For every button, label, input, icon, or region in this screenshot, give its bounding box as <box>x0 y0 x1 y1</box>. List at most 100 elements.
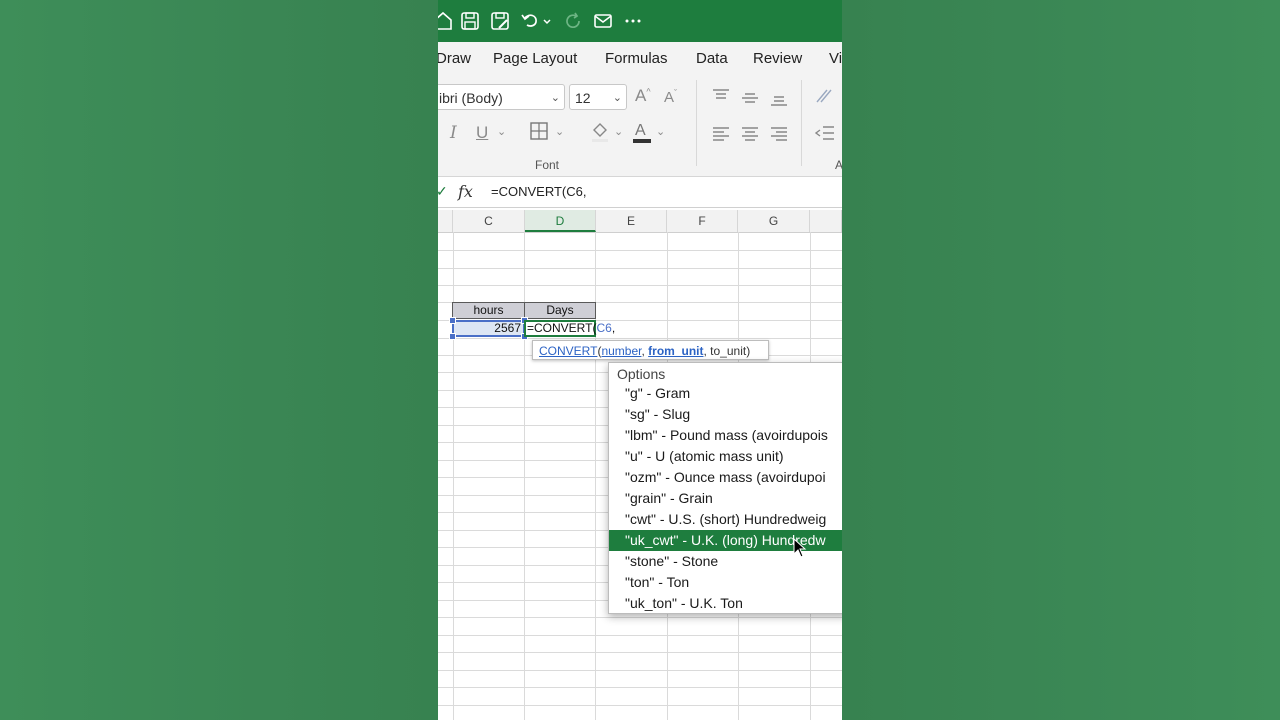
column-header-e[interactable]: E <box>596 210 667 232</box>
background-right <box>842 0 1280 720</box>
worksheet-grid[interactable]: C D E F G hours Days 2567 =CONVERT(C6, C… <box>438 210 842 720</box>
column-header-h[interactable] <box>810 210 842 232</box>
formula-input[interactable]: =CONVERT(C6, <box>491 184 586 199</box>
save-as-icon[interactable] <box>489 10 511 32</box>
undo-menu-chevron-icon[interactable] <box>542 10 552 32</box>
tab-page-layout[interactable]: Page Layout <box>493 50 577 67</box>
more-icon[interactable] <box>622 10 644 32</box>
align-right-icon[interactable] <box>770 126 788 146</box>
function-tooltip: CONVERT(number, from_unit, to_unit) <box>532 340 769 360</box>
chevron-down-icon[interactable]: ⌄ <box>555 125 564 138</box>
dropdown-option[interactable]: "stone" - Stone <box>609 551 842 572</box>
font-size-select[interactable]: 12 ⌄ <box>569 84 627 110</box>
tab-draw[interactable]: Draw <box>438 50 471 67</box>
align-middle-icon[interactable] <box>741 90 759 110</box>
tab-view[interactable]: Vi <box>829 50 842 67</box>
formula-bar: ✓ fx =CONVERT(C6, <box>438 177 842 208</box>
font-name-select[interactable]: ibri (Body) ⌄ <box>438 84 565 110</box>
cell-c6[interactable]: 2567 <box>452 320 525 337</box>
ribbon-group-label-alignment: A <box>835 158 842 172</box>
tooltip-arg-from-unit[interactable]: from_unit <box>648 344 703 358</box>
dropdown-option[interactable]: "uk_ton" - U.K. Ton <box>609 593 842 613</box>
borders-icon[interactable] <box>530 122 548 145</box>
tab-review[interactable]: Review <box>753 50 802 67</box>
grid-line <box>438 652 842 653</box>
home-icon[interactable] <box>438 10 454 32</box>
dropdown-option[interactable]: "g" - Gram <box>609 383 842 404</box>
svg-text:A: A <box>635 122 646 139</box>
chevron-down-icon[interactable]: ⌄ <box>656 125 665 138</box>
function-icon[interactable]: fx <box>458 182 473 201</box>
font-size-value: 12 <box>575 90 591 106</box>
column-header-b[interactable] <box>438 210 453 232</box>
formula-suffix: , <box>611 321 616 335</box>
align-left-icon[interactable] <box>712 126 730 146</box>
column-header-g[interactable]: G <box>738 210 810 232</box>
tooltip-arg-number[interactable]: number <box>601 344 641 358</box>
grid-line <box>438 268 842 269</box>
cell-d6-editing[interactable]: =CONVERT(C6, <box>524 320 615 337</box>
chevron-down-icon: ⌄ <box>550 92 560 104</box>
grid-line <box>438 250 842 251</box>
undo-icon[interactable] <box>519 10 541 32</box>
font-name-value: ibri (Body) <box>439 90 503 106</box>
decrease-indent-icon[interactable] <box>814 125 835 145</box>
ribbon-group-label-font: Font <box>535 158 560 172</box>
chevron-down-icon[interactable]: ⌄ <box>497 125 506 138</box>
italic-icon[interactable]: I <box>450 123 457 143</box>
dropdown-option[interactable]: "grain" - Grain <box>609 488 842 509</box>
ribbon-separator <box>696 80 697 166</box>
email-icon[interactable] <box>592 10 614 32</box>
decrease-font-size-icon[interactable]: Aˇ <box>664 88 677 106</box>
selection-handle[interactable] <box>449 333 456 340</box>
formula-prefix: =CONVERT( <box>527 321 597 335</box>
align-center-icon[interactable] <box>741 126 759 146</box>
cell-c5[interactable]: hours <box>452 302 525 319</box>
orientation-icon[interactable] <box>815 87 837 110</box>
cell-d5[interactable]: Days <box>524 302 596 319</box>
function-help-link[interactable]: CONVERT <box>539 344 597 358</box>
tooltip-rest: , to_unit) <box>703 344 751 358</box>
dropdown-option[interactable]: "ton" - Ton <box>609 572 842 593</box>
background-left <box>0 0 438 720</box>
selection-handle[interactable] <box>449 317 456 324</box>
grid-line <box>438 338 842 339</box>
column-header-f[interactable]: F <box>667 210 738 232</box>
redo-icon[interactable] <box>562 10 584 32</box>
tab-formulas[interactable]: Formulas <box>605 50 668 67</box>
grid-line <box>438 285 842 286</box>
chevron-down-icon[interactable]: ⌄ <box>614 125 623 138</box>
ribbon-separator <box>801 80 802 166</box>
grid-line <box>438 617 842 618</box>
ribbon-tabs: Draw Page Layout Formulas Data Review Vi <box>438 42 842 76</box>
grid-line <box>438 635 842 636</box>
dropdown-option[interactable]: "u" - U (atomic mass unit) <box>609 446 842 467</box>
increase-font-size-icon[interactable]: A^ <box>635 86 651 106</box>
excel-window: Draw Page Layout Formulas Data Review Vi… <box>438 0 842 720</box>
ribbon-home: ibri (Body) ⌄ 12 ⌄ A^ Aˇ I U ⌄ ⌄ ⌄ A ⌄ F… <box>438 76 842 177</box>
grid-line <box>438 670 842 671</box>
font-color-icon[interactable]: A <box>632 120 652 149</box>
align-bottom-icon[interactable] <box>770 92 788 112</box>
dropdown-option-selected[interactable]: "uk_cwt" - U.K. (long) Hundredw <box>609 530 842 551</box>
cell-reference: C6 <box>596 321 612 335</box>
dropdown-title: Options <box>617 366 666 382</box>
chevron-down-icon: ⌄ <box>612 92 622 104</box>
dropdown-option[interactable]: "lbm" - Pound mass (avoirdupois <box>609 425 842 446</box>
tab-data[interactable]: Data <box>696 50 728 67</box>
save-icon[interactable] <box>459 10 481 32</box>
align-top-icon[interactable] <box>712 88 730 108</box>
underline-icon[interactable]: U <box>476 123 488 143</box>
dropdown-option[interactable]: "ozm" - Ounce mass (avoirdupoi <box>609 467 842 488</box>
fill-color-icon[interactable] <box>590 121 610 148</box>
title-bar <box>438 0 842 42</box>
dropdown-option[interactable]: "sg" - Slug <box>609 404 842 425</box>
mouse-cursor-icon <box>793 538 807 558</box>
column-header-d[interactable]: D <box>525 210 596 232</box>
autocomplete-dropdown: Options "g" - Gram "sg" - Slug "lbm" - P… <box>608 362 842 614</box>
enter-check-icon[interactable]: ✓ <box>438 183 448 200</box>
dropdown-option[interactable]: "cwt" - U.S. (short) Hundredweig <box>609 509 842 530</box>
column-header-row: C D E F G <box>438 210 842 233</box>
grid-line <box>438 687 842 688</box>
column-header-c[interactable]: C <box>453 210 525 232</box>
